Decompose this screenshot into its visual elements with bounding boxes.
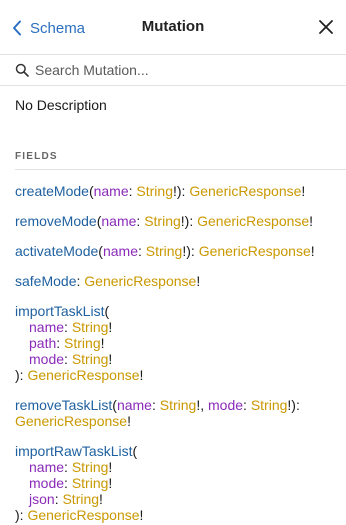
field-importTaskList: importTaskList( name: String! path: Stri… [15,303,144,383]
return-type-link[interactable]: GenericResponse [27,367,139,383]
return-type-link[interactable]: GenericResponse [84,273,196,289]
field-name-link[interactable]: removeMode [15,213,97,229]
back-label: Schema [30,19,86,37]
field-name-link[interactable]: removeTaskList [15,397,112,413]
back-to-schema-button[interactable]: Schema [12,17,85,39]
doc-explorer-header: Schema Mutation [0,0,346,55]
return-type-link[interactable]: GenericResponse [189,183,301,199]
field-name-link[interactable]: importRawTaskList [15,443,132,459]
close-icon [319,20,333,34]
section-divider [15,169,346,170]
field-importRawTaskList: importRawTaskList( name: String! mode: S… [15,443,144,523]
arg-type-link[interactable]: String [72,459,109,475]
arg-type-link[interactable]: String [146,243,183,259]
arg-type-link[interactable]: String [251,397,288,413]
arg-name: mode [208,397,244,413]
arg-name: mode [29,475,65,491]
search-input[interactable] [35,62,335,78]
arg-name: name [29,319,65,335]
arg-name: mode [29,351,65,367]
arg-name: name [116,397,152,413]
return-type-link[interactable]: GenericResponse [199,243,311,259]
field-name-link[interactable]: importTaskList [15,303,104,319]
field-name-link[interactable]: safeMode [15,273,76,289]
field-name-link[interactable]: createMode [15,183,89,199]
close-button[interactable] [317,18,335,36]
arg-type-link[interactable]: String [64,335,101,351]
arg-type-link[interactable]: String [72,351,109,367]
field-removeMode: removeMode(name: String!): GenericRespon… [15,213,314,229]
field-name-link[interactable]: activateMode [15,243,98,259]
arg-type-link[interactable]: String [160,397,197,413]
field-createMode: createMode(name: String!): GenericRespon… [15,183,306,199]
chevron-left-icon [13,20,21,36]
arg-type-link[interactable]: String [62,491,99,507]
arg-name: path [29,335,57,351]
arg-type-link[interactable]: String [72,319,109,335]
return-type-link[interactable]: GenericResponse [197,213,309,229]
arg-name: name [102,243,138,259]
fields-list: createMode(name: String!): GenericRespon… [15,183,340,525]
arg-type-link[interactable]: String [72,475,109,491]
field-removeTaskList: removeTaskList(name: String!, mode: Stri… [15,397,300,429]
arg-name: json [29,491,55,507]
arg-name: name [101,213,137,229]
arg-name: name [29,459,65,475]
field-safeMode: safeMode: GenericResponse! [15,273,201,289]
field-activateMode: activateMode(name: String!): GenericResp… [15,243,315,259]
return-type-link[interactable]: GenericResponse [27,507,139,523]
arg-type-link[interactable]: String [136,183,173,199]
search-icon [15,63,29,77]
type-description: No Description [15,97,107,113]
search-bar [0,55,346,86]
arg-type-link[interactable]: String [144,213,181,229]
arg-name: name [93,183,129,199]
return-type-link[interactable]: GenericResponse [15,413,127,429]
fields-section-title: FIELDS [15,151,58,162]
